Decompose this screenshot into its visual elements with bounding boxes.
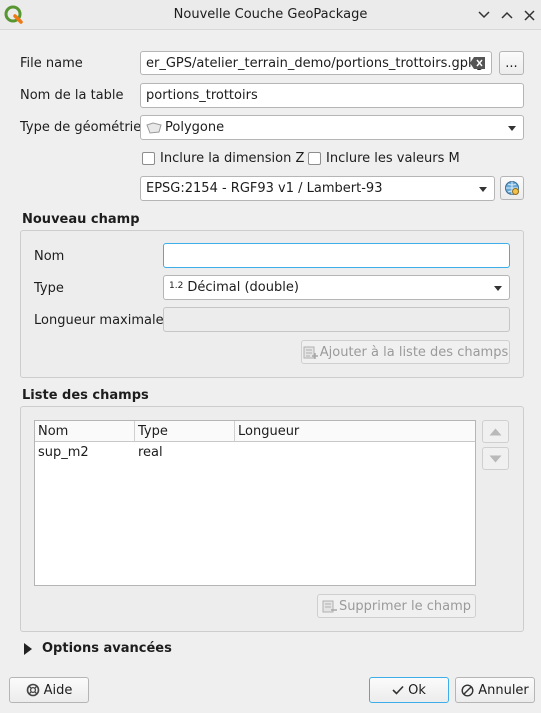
- chevron-down-icon: [508, 126, 516, 131]
- cell-name: sup_m2: [38, 445, 89, 460]
- max-length-label: Longueur maximale: [34, 313, 164, 328]
- help-button-label: Aide: [43, 682, 73, 698]
- minimize-button[interactable]: [474, 5, 494, 25]
- browse-button[interactable]: ...: [499, 51, 524, 75]
- polygon-icon: [146, 121, 162, 134]
- table-name-label: Nom de la table: [20, 88, 124, 103]
- crs-value: EPSG:2154 - RGF93 v1 / Lambert-93: [146, 181, 383, 196]
- cancel-icon: [461, 683, 474, 697]
- new-field-type-value: Décimal (double): [187, 280, 299, 295]
- include-z-checkbox[interactable]: [142, 152, 155, 165]
- fields-list-heading: Liste des champs: [22, 388, 149, 403]
- file-name-value: er_GPS/atelier_terrain_demo/portions_tro…: [146, 55, 484, 71]
- new-field-heading: Nouveau champ: [22, 212, 140, 227]
- decimal-type-icon: 1.2: [169, 280, 184, 291]
- help-button[interactable]: Aide: [9, 677, 89, 703]
- geometry-type-label: Type de géométrie: [20, 120, 142, 135]
- include-m-checkbox[interactable]: [308, 152, 321, 165]
- geometry-type-select[interactable]: Polygone: [140, 115, 524, 140]
- ok-button[interactable]: Ok: [369, 677, 449, 703]
- crs-select[interactable]: EPSG:2154 - RGF93 v1 / Lambert-93: [140, 176, 495, 201]
- chevron-down-icon: [494, 286, 502, 291]
- chevron-down-icon: [479, 187, 487, 192]
- file-name-label: File name: [20, 56, 83, 71]
- move-down-button[interactable]: [482, 447, 509, 470]
- arrow-down-icon: [489, 455, 502, 462]
- column-header-type[interactable]: Type: [135, 421, 235, 442]
- column-header-length[interactable]: Longueur: [235, 421, 475, 442]
- max-length-input[interactable]: [163, 307, 510, 332]
- include-m-label: Inclure les valeurs M: [326, 151, 460, 166]
- arrow-up-icon: [489, 428, 502, 435]
- window-title: Nouvelle Couche GeoPackage: [173, 7, 368, 22]
- ok-button-label: Ok: [408, 682, 426, 698]
- add-field-icon: [303, 345, 318, 360]
- table-name-value: portions_trottoirs: [146, 88, 258, 103]
- add-field-button[interactable]: Ajouter à la liste des champs: [301, 340, 510, 364]
- remove-field-icon: [322, 599, 337, 614]
- maximize-button[interactable]: [497, 5, 517, 25]
- help-icon: [26, 683, 40, 697]
- column-header-name[interactable]: Nom: [35, 421, 135, 442]
- globe-icon: [505, 181, 519, 195]
- geometry-type-value: Polygone: [165, 120, 225, 135]
- crs-select-button[interactable]: [500, 176, 524, 200]
- include-z-label: Inclure la dimension Z: [160, 151, 305, 166]
- move-up-button[interactable]: [482, 420, 509, 443]
- add-field-button-label: Ajouter à la liste des champs: [319, 344, 509, 360]
- cell-type: real: [138, 445, 163, 460]
- expand-arrow-icon[interactable]: [24, 643, 32, 655]
- remove-field-button[interactable]: Supprimer le champ: [317, 594, 476, 618]
- close-button[interactable]: [519, 5, 539, 25]
- clear-text-icon[interactable]: [470, 57, 486, 69]
- table-row[interactable]: sup_m2 real: [35, 443, 475, 464]
- table-name-input[interactable]: portions_trottoirs: [140, 83, 524, 108]
- advanced-options-toggle[interactable]: Options avancées: [42, 641, 172, 656]
- remove-field-button-label: Supprimer le champ: [338, 598, 472, 614]
- file-name-input[interactable]: er_GPS/atelier_terrain_demo/portions_tro…: [140, 51, 492, 75]
- new-field-type-label: Type: [34, 281, 64, 296]
- new-field-name-input[interactable]: [163, 243, 510, 268]
- fields-table[interactable]: Nom Type Longueur sup_m2 real: [34, 420, 476, 586]
- cancel-button[interactable]: Annuler: [455, 677, 535, 703]
- new-field-type-select[interactable]: 1.2 Décimal (double): [163, 275, 510, 300]
- cancel-button-label: Annuler: [478, 682, 529, 698]
- new-field-name-label: Nom: [34, 249, 65, 264]
- checkmark-icon: [392, 685, 404, 695]
